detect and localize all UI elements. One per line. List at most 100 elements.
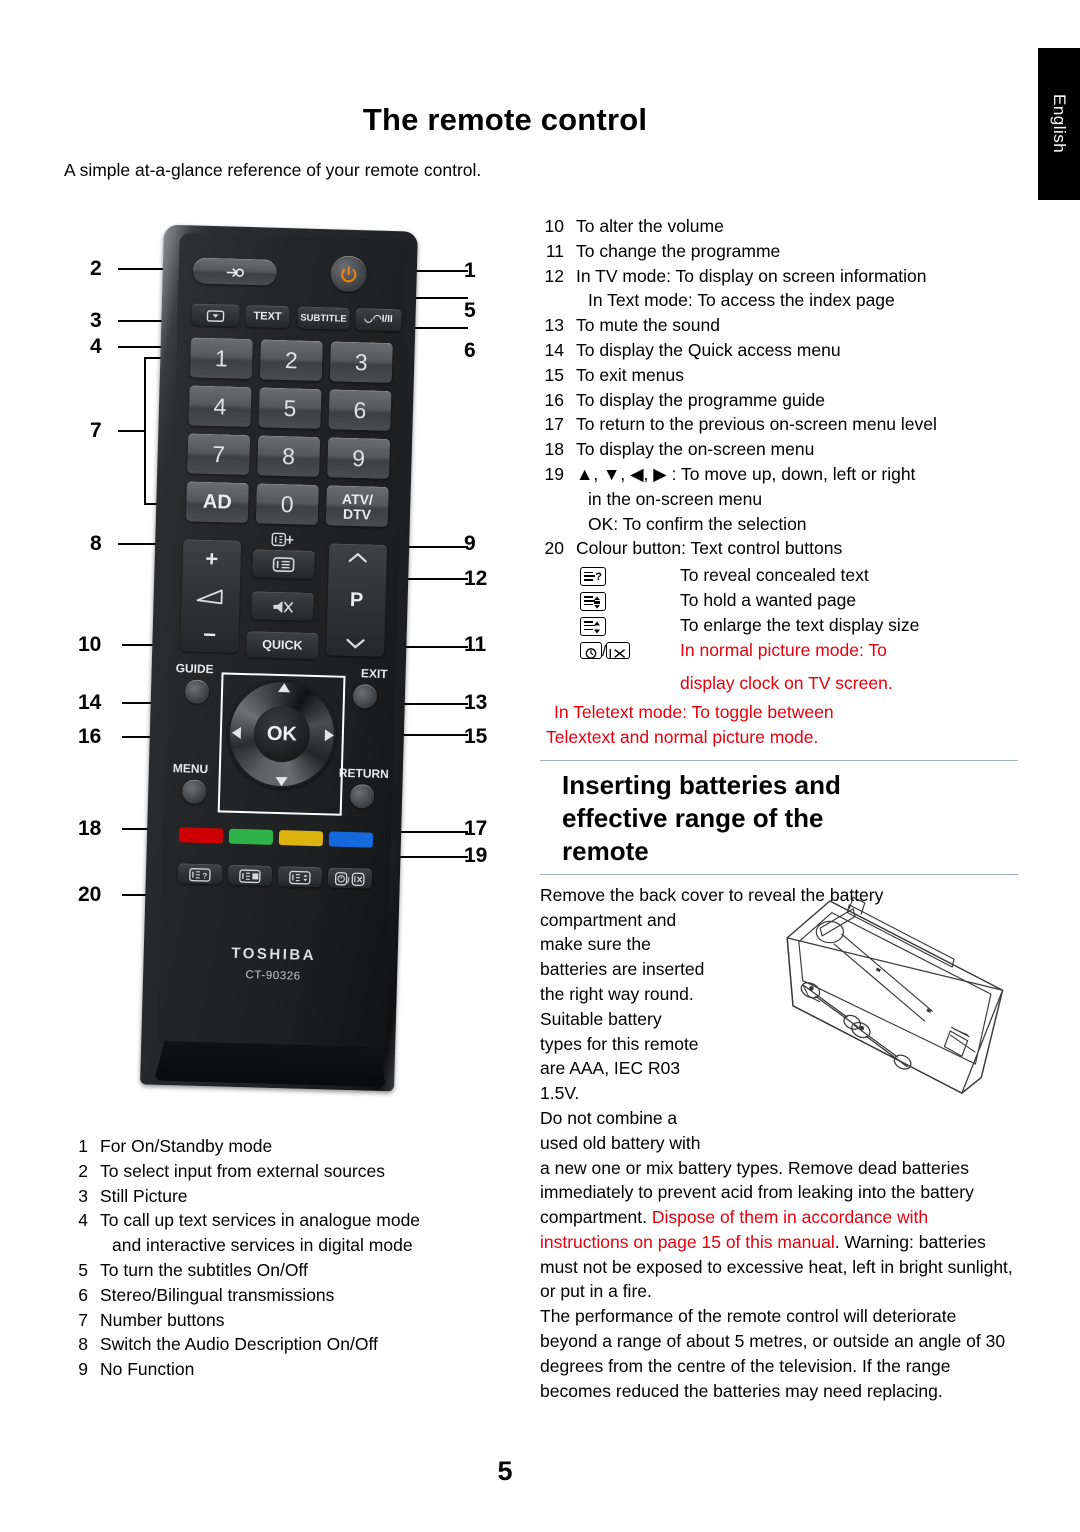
item-number: 19 [544, 463, 564, 484]
colour-button-yellow[interactable] [278, 830, 324, 847]
number-button-6[interactable]: 6 [328, 389, 392, 432]
quick-button[interactable]: QUICK [246, 631, 319, 660]
item-text: To exit menus [576, 364, 684, 385]
teletext-row: display clock on TV screen. [540, 671, 1018, 696]
brand-logo: TOSHIBA [231, 944, 317, 965]
programme-label: P [349, 588, 364, 612]
teletext-row-text: To reveal concealed text [680, 565, 869, 586]
colour-button-blue[interactable] [328, 831, 374, 848]
nav-right-icon[interactable] [324, 729, 335, 742]
return-button[interactable] [349, 784, 375, 809]
list-item: 20 Colour button: Text control buttons [540, 536, 1018, 561]
item-text: Switch the Audio Description On/Off [100, 1334, 378, 1355]
callout-13: 13 [464, 691, 488, 714]
list-item: 8 Switch the Audio Description On/Off [64, 1332, 534, 1357]
nav-left-icon[interactable] [231, 726, 242, 739]
reveal-text-button[interactable]: ? [177, 863, 223, 885]
wrap-line: Do not combine a [540, 1107, 678, 1128]
source-icon [226, 267, 244, 277]
callout-20: 20 [78, 883, 102, 906]
item-text: For On/Standby mode [100, 1136, 273, 1156]
teletext-row-text: To enlarge the text display size [680, 614, 920, 635]
item-number: 16 [544, 389, 564, 410]
list-item: 4 To call up text services in analogue mo… [64, 1208, 534, 1233]
section-heading-line: remote [562, 835, 649, 866]
item-text: No Function [100, 1359, 195, 1380]
guide-button[interactable] [184, 679, 210, 705]
exit-button[interactable] [352, 684, 378, 709]
item-text-continuation: OK: To confirm the selection [588, 513, 807, 534]
colour-button-red[interactable] [178, 827, 224, 844]
callout-11: 11 [464, 633, 487, 656]
battery-warning-paragraph: a new one or mix battery types. Remove d… [540, 1156, 1018, 1305]
language-tab: English [1038, 48, 1080, 200]
item-number: 11 [545, 240, 564, 261]
number-button-2[interactable]: 2 [259, 339, 323, 382]
number-button-9[interactable]: 9 [327, 437, 391, 480]
menu-button[interactable] [181, 779, 207, 805]
text-button[interactable]: TEXT [245, 304, 290, 329]
callout-12: 12 [464, 567, 488, 590]
number-button-7[interactable]: 7 [187, 433, 251, 476]
enlarge-text-icon [289, 870, 311, 885]
svg-text:?: ? [202, 871, 207, 880]
hold-page-button[interactable] [227, 864, 273, 886]
programme-rocker[interactable]: P [326, 543, 388, 657]
item-text: Stereo/Bilingual transmissions [100, 1284, 335, 1305]
section-heading-line: Inserting batteries and [562, 769, 841, 800]
atv-dtv-button[interactable]: ATV/ DTV [325, 485, 389, 527]
key-label: 8 [281, 443, 296, 470]
clock-exit-button[interactable]: / [327, 867, 373, 889]
callout-3: 3 [90, 309, 102, 332]
teletext-extra-text: display clock on TV screen. [680, 673, 893, 694]
number-button-5[interactable]: 5 [258, 387, 322, 430]
item-text: Still Picture [100, 1185, 188, 1206]
subtitle-button[interactable]: SUBTITLE [297, 306, 350, 330]
enlarge-text-button[interactable] [277, 866, 323, 888]
item-number: 15 [544, 364, 564, 385]
mute-icon [273, 600, 294, 613]
item-number: 8 [78, 1334, 88, 1355]
number-button-0[interactable]: 0 [255, 483, 319, 526]
wrap-line: used old battery with [540, 1132, 701, 1153]
section-heading-line: effective range of the [562, 802, 824, 833]
list-item: 13 To mute the sound [540, 313, 1018, 338]
mute-button[interactable] [251, 591, 314, 621]
list-item: 15 To exit menus [540, 363, 1018, 388]
info-button[interactable] [252, 549, 316, 579]
clock-exit-icon: / [540, 638, 680, 665]
reveal-text-icon: ? [540, 563, 680, 588]
number-button-1[interactable]: 1 [189, 337, 253, 380]
list-item: 17 To return to the previous on-screen me… [540, 412, 1018, 437]
item-text: To return to the previous on-screen menu… [576, 414, 937, 435]
nav-up-icon[interactable] [278, 682, 291, 693]
callout-2: 2 [90, 257, 102, 280]
audio-description-button[interactable]: AD [185, 481, 249, 524]
item-text: To alter the volume [576, 216, 724, 236]
source-button[interactable] [192, 257, 278, 286]
page-number: 5 [497, 1456, 513, 1486]
item-number: 10 [544, 216, 564, 236]
item-number: 7 [78, 1309, 88, 1330]
teletext-legend: ? To reveal concealed text To hold a wan… [540, 563, 1018, 750]
wrap-line: Suitable battery [540, 1008, 662, 1029]
still-picture-button[interactable] [191, 303, 240, 327]
item-number: 20 [544, 538, 564, 559]
number-button-3[interactable]: 3 [329, 341, 393, 384]
leader-line-7 [118, 430, 146, 432]
volume-rocker[interactable]: + − [180, 539, 242, 653]
stereo-button[interactable]: ◡◠I/II [355, 308, 402, 332]
callout-6: 6 [464, 339, 476, 362]
hold-page-icon [540, 588, 680, 613]
number-button-4[interactable]: 4 [188, 385, 252, 428]
nav-down-icon[interactable] [275, 776, 288, 787]
power-button[interactable] [330, 255, 368, 293]
list-item: 6 Stereo/Bilingual transmissions [64, 1283, 534, 1308]
item-text: Number buttons [100, 1309, 225, 1330]
colour-button-green[interactable] [228, 828, 274, 845]
volume-icon [196, 588, 223, 604]
item-text: To display the programme guide [576, 389, 826, 410]
wrap-line: types for this remote [540, 1033, 699, 1054]
number-button-8[interactable]: 8 [257, 435, 321, 478]
teletext-row: / In normal picture mode: To [540, 638, 1018, 665]
